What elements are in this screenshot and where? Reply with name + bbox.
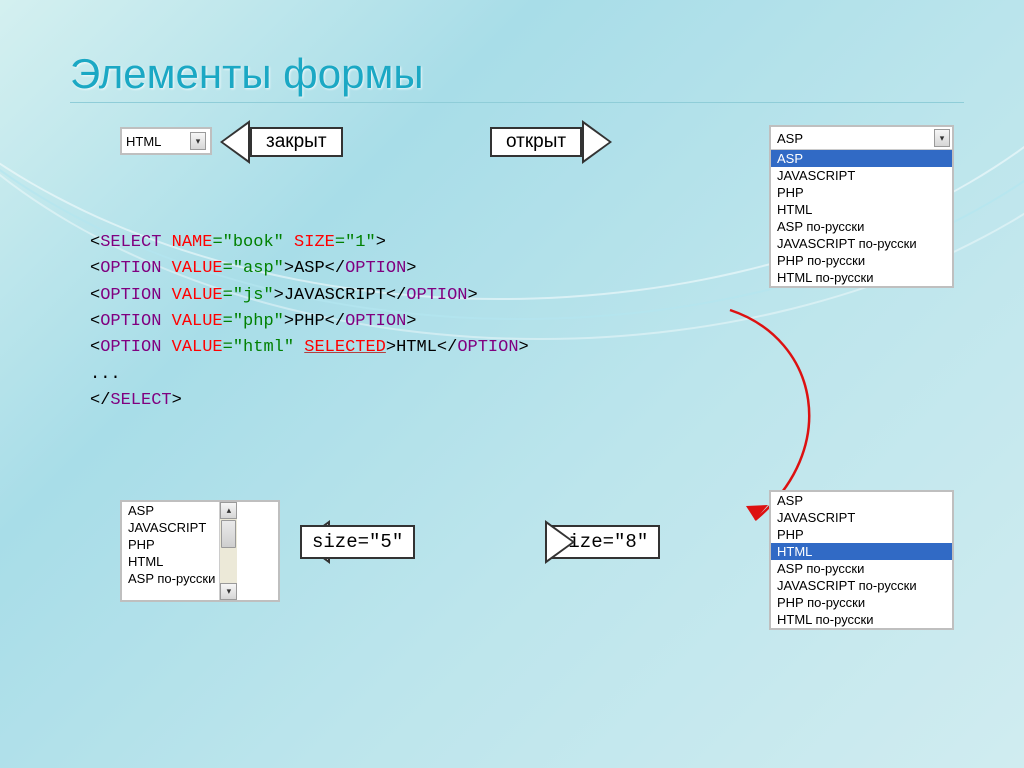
- arrow-right-icon: [582, 120, 612, 164]
- list-item[interactable]: HTML: [771, 543, 952, 560]
- row-top: HTML ▾ закрыт открыт ASP ▾ ASP JAVASCRIP…: [120, 125, 964, 185]
- dropdown-closed[interactable]: HTML ▾: [120, 127, 212, 155]
- list-item[interactable]: JAVASCRIPT: [128, 519, 215, 536]
- row-bottom: ASP JAVASCRIPT PHP HTML ASP по-русски ▴ …: [120, 490, 964, 700]
- label-size5: size="5": [300, 525, 415, 559]
- scroll-up-icon[interactable]: ▴: [220, 502, 237, 519]
- arrow-closed: закрыт: [220, 119, 343, 165]
- list-item[interactable]: ASP по-русски: [777, 560, 948, 577]
- list-item[interactable]: HTML по-русски: [777, 611, 948, 628]
- scroll-down-icon[interactable]: ▾: [220, 583, 237, 600]
- list-item[interactable]: JAVASCRIPT по-русски: [771, 235, 952, 252]
- dropdown-open-value: ASP: [777, 131, 803, 146]
- page-title: Элементы формы: [70, 50, 964, 103]
- dropdown-closed-value: HTML: [126, 134, 161, 149]
- list-item[interactable]: ASP по-русски: [771, 218, 952, 235]
- list-item[interactable]: HTML: [771, 201, 952, 218]
- list-item[interactable]: HTML: [128, 553, 215, 570]
- listbox-size8[interactable]: ASP JAVASCRIPT PHP HTML ASP по-русски JA…: [769, 490, 954, 630]
- code-block: <select name="book" size="1"> <option va…: [90, 230, 529, 414]
- arrow-left-icon: [220, 120, 250, 164]
- list-item[interactable]: PHP: [128, 536, 215, 553]
- list-item[interactable]: PHP по-русски: [771, 252, 952, 269]
- dropdown-open[interactable]: ASP ▾ ASP JAVASCRIPT PHP HTML ASP по-рус…: [769, 125, 954, 288]
- listbox-size5[interactable]: ASP JAVASCRIPT PHP HTML ASP по-русски ▴ …: [120, 500, 280, 602]
- arrow-open: открыт: [490, 119, 612, 165]
- label-closed: закрыт: [250, 127, 343, 157]
- list-item[interactable]: PHP: [777, 526, 948, 543]
- scroll-thumb[interactable]: [221, 520, 236, 548]
- scrollbar[interactable]: ▴ ▾: [219, 502, 237, 600]
- list-item[interactable]: JAVASCRIPT по-русски: [777, 577, 948, 594]
- chevron-down-icon[interactable]: ▾: [934, 129, 950, 147]
- arrow-right-icon: [545, 520, 575, 564]
- list-item[interactable]: ASP: [128, 502, 215, 519]
- chevron-down-icon[interactable]: ▾: [190, 132, 206, 150]
- list-item[interactable]: PHP: [771, 184, 952, 201]
- list-item[interactable]: ASP: [771, 150, 952, 167]
- list-item[interactable]: JAVASCRIPT: [771, 167, 952, 184]
- list-item[interactable]: JAVASCRIPT: [777, 509, 948, 526]
- list-item[interactable]: HTML по-русски: [771, 269, 952, 286]
- label-open: открыт: [490, 127, 582, 157]
- list-item[interactable]: ASP по-русски: [128, 570, 215, 587]
- list-item[interactable]: ASP: [777, 492, 948, 509]
- list-item[interactable]: PHP по-русски: [777, 594, 948, 611]
- slide: Элементы формы HTML ▾ закрыт открыт ASP …: [0, 0, 1024, 768]
